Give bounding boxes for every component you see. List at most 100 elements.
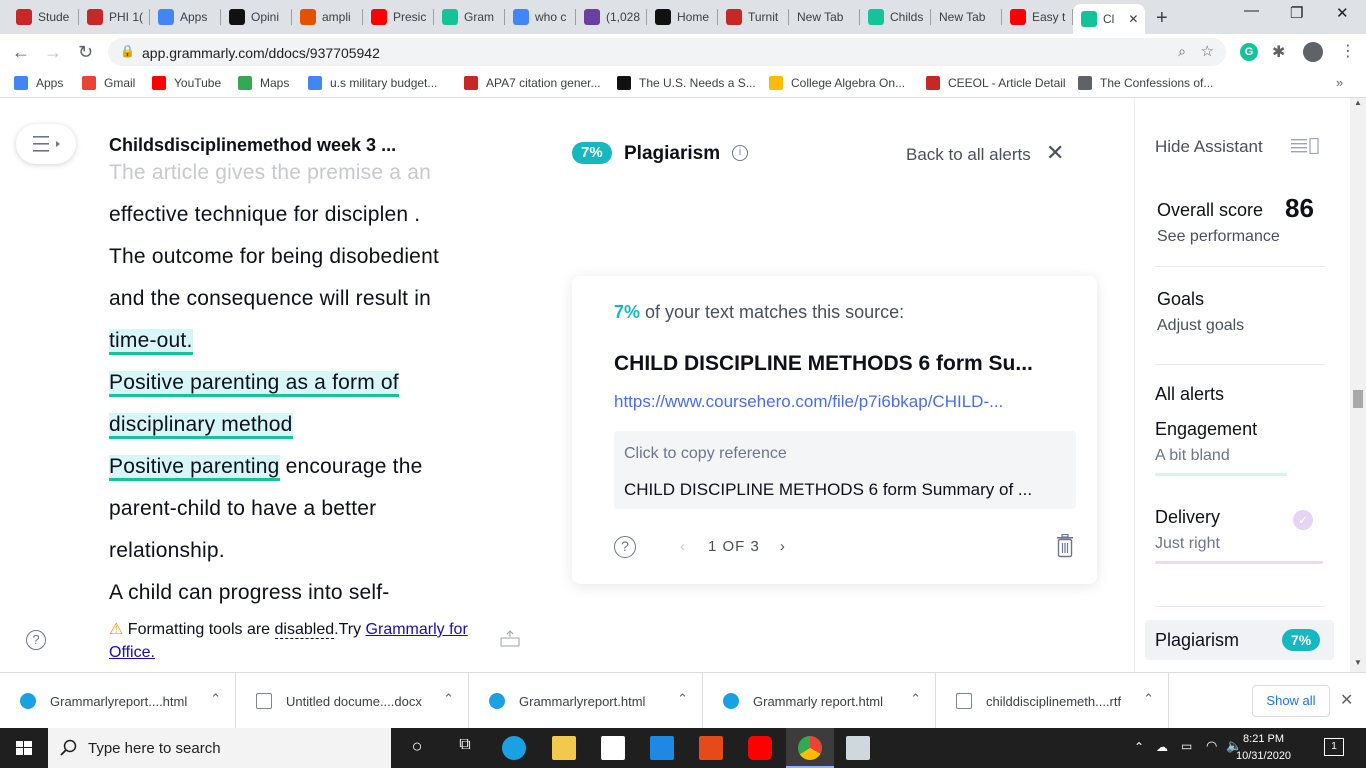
editor-line[interactable]: effective technique for disciplen . — [109, 196, 420, 234]
browser-tab[interactable]: Stude — [8, 4, 79, 30]
edge-taskbar-icon[interactable] — [502, 736, 526, 760]
editor-line[interactable]: Positive parenting encourage the — [109, 448, 422, 486]
download-options-icon[interactable]: ⌃ — [210, 691, 221, 707]
grammarly-extension-icon[interactable]: G — [1240, 43, 1258, 61]
prev-source-icon[interactable]: ‹ — [680, 538, 686, 555]
browser-tab[interactable]: PHI 1( — [79, 4, 150, 30]
question-icon[interactable]: ? — [614, 536, 636, 558]
close-tab-icon[interactable]: ✕ — [1128, 12, 1138, 26]
browser-tab[interactable]: Turnit — [718, 4, 789, 30]
new-tab-button[interactable]: + — [1156, 7, 1168, 30]
browser-tab[interactable]: Presic — [363, 4, 434, 30]
browser-tab[interactable]: (1,028 — [576, 4, 647, 30]
bookmark-item[interactable]: Apps — [14, 76, 63, 90]
download-options-icon[interactable]: ⌃ — [677, 691, 688, 707]
browser-tab[interactable]: Cl ✕ — [1073, 4, 1145, 34]
file-explorer-icon[interactable] — [552, 736, 576, 760]
bookmark-item[interactable]: The U.S. Needs a S... — [617, 76, 756, 90]
browser-tab[interactable]: Gram — [434, 4, 505, 30]
scroll-up-icon[interactable]: ▲ — [1354, 98, 1362, 107]
editor-line[interactable]: Positive parenting as a form of — [109, 364, 399, 402]
editor-line[interactable]: time-out. — [109, 322, 193, 360]
forward-arrow-icon[interactable]: → — [44, 42, 62, 63]
page-scrollbar[interactable]: ▲ ▼ — [1350, 98, 1366, 672]
mail-icon[interactable] — [650, 736, 674, 760]
minimize-button[interactable]: — — [1244, 2, 1259, 19]
editor-line[interactable]: parent-child to have a better — [109, 490, 376, 528]
help-icon[interactable]: ? — [26, 630, 46, 650]
browser-tab[interactable]: who c — [505, 4, 576, 30]
browser-tab[interactable]: Apps — [150, 4, 221, 30]
windows-start-icon[interactable] — [0, 728, 48, 768]
onedrive-icon[interactable]: ☁ — [1156, 740, 1168, 754]
download-item[interactable]: childdisciplinemeth....rtf ⌃ — [936, 673, 1169, 729]
engagement-label[interactable]: Engagement — [1155, 419, 1257, 440]
back-to-all-alerts-link[interactable]: Back to all alerts — [906, 145, 1031, 165]
goals-label[interactable]: Goals — [1157, 289, 1204, 310]
hide-assistant-button[interactable]: Hide Assistant — [1155, 137, 1263, 157]
close-window-button[interactable]: ✕ — [1336, 4, 1349, 22]
download-options-icon[interactable]: ⌃ — [910, 691, 921, 707]
wifi-icon[interactable]: ◠ — [1206, 738, 1217, 754]
trash-icon[interactable] — [1056, 534, 1074, 558]
download-item[interactable]: Grammarlyreport....html ⌃ — [0, 673, 236, 729]
cortana-icon[interactable]: ○ — [405, 736, 429, 760]
keyboard-icon[interactable] — [500, 630, 520, 648]
extensions-puzzle-icon[interactable]: ✱ — [1272, 42, 1285, 62]
zoom-icon[interactable]: ⌕ — [1178, 43, 1186, 60]
document-title[interactable]: Childsdisciplinemethod week 3 ... — [109, 135, 396, 156]
close-downloads-icon[interactable]: ✕ — [1340, 690, 1353, 710]
task-view-icon[interactable]: ⧉ — [453, 736, 477, 760]
download-item[interactable]: Untitled docume....docx ⌃ — [236, 673, 469, 729]
editor-line[interactable]: The article gives the premise a an — [109, 162, 431, 192]
source-url-link[interactable]: https://www.coursehero.com/file/p7i6bkap… — [614, 392, 1074, 412]
browser-tab[interactable]: New Tab — [789, 4, 860, 30]
browser-menu-icon[interactable]: ⋮ — [1340, 41, 1356, 61]
taskbar-clock[interactable]: 8:21 PM 10/31/2020 — [1236, 731, 1291, 765]
browser-tab[interactable]: Opini — [221, 4, 292, 30]
taskbar-search-box[interactable]: Type here to search — [48, 728, 391, 768]
profile-avatar-icon[interactable] — [1303, 42, 1323, 62]
panel-toggle-icon[interactable] — [1291, 138, 1319, 154]
bookmark-item[interactable]: Maps — [238, 76, 289, 90]
download-options-icon[interactable]: ⌃ — [443, 691, 454, 707]
back-arrow-icon[interactable]: ← — [12, 42, 30, 63]
close-icon[interactable]: ✕ — [1046, 140, 1064, 166]
bookmark-item[interactable]: u.s military budget... — [308, 76, 437, 90]
info-icon[interactable]: i — [732, 145, 748, 161]
notification-center-icon[interactable]: 1 — [1324, 738, 1344, 756]
bookmark-item[interactable]: CEEOL - Article Detail — [926, 76, 1066, 90]
overall-score-label[interactable]: Overall score — [1157, 200, 1263, 221]
bookmark-star-icon[interactable]: ☆ — [1201, 42, 1214, 60]
see-performance-link[interactable]: See performance — [1157, 228, 1280, 246]
bookmark-item[interactable]: College Algebra On... — [769, 76, 905, 90]
show-all-downloads-button[interactable]: Show all — [1252, 685, 1330, 717]
browser-tab[interactable]: ampli — [292, 4, 363, 30]
document-menu-button[interactable] — [16, 124, 76, 164]
editor-line[interactable]: relationship. — [109, 532, 225, 570]
photos-icon[interactable] — [846, 736, 870, 760]
editor-line[interactable]: and the consequence will result in — [109, 280, 431, 318]
youtube-taskbar-icon[interactable] — [748, 736, 772, 760]
address-bar[interactable]: 🔒 app.grammarly.com/ddocs/937705942 ⌕ ☆ — [108, 38, 1226, 66]
editor-line[interactable]: disciplinary method — [109, 406, 293, 444]
copy-reference-box[interactable]: Click to copy reference CHILD DISCIPLINE… — [614, 431, 1076, 509]
battery-icon[interactable]: ▭ — [1181, 739, 1192, 753]
browser-tab[interactable]: Childs — [860, 4, 931, 30]
adjust-goals-link[interactable]: Adjust goals — [1157, 317, 1244, 335]
editor-line[interactable]: A child can progress into self- — [109, 574, 390, 612]
tray-chevron-icon[interactable]: ⌃ — [1134, 740, 1144, 754]
browser-tab[interactable]: Home — [647, 4, 718, 30]
delivery-label[interactable]: Delivery — [1155, 507, 1220, 528]
plagiarism-tab[interactable]: Plagiarism 7% — [1145, 620, 1334, 660]
bookmark-item[interactable]: Gmail — [82, 76, 135, 90]
scrollbar-thumb[interactable] — [1353, 390, 1363, 408]
browser-tab[interactable]: Easy t — [1002, 4, 1073, 30]
office-icon[interactable] — [699, 736, 723, 760]
maximize-button[interactable]: ❐ — [1290, 4, 1303, 22]
document-editor[interactable]: The article gives the premise a an effect… — [109, 162, 549, 612]
bookmark-item[interactable]: YouTube — [152, 76, 221, 90]
reload-icon[interactable]: ↻ — [78, 42, 93, 63]
download-options-icon[interactable]: ⌃ — [1143, 691, 1154, 707]
store-icon[interactable] — [601, 736, 625, 760]
